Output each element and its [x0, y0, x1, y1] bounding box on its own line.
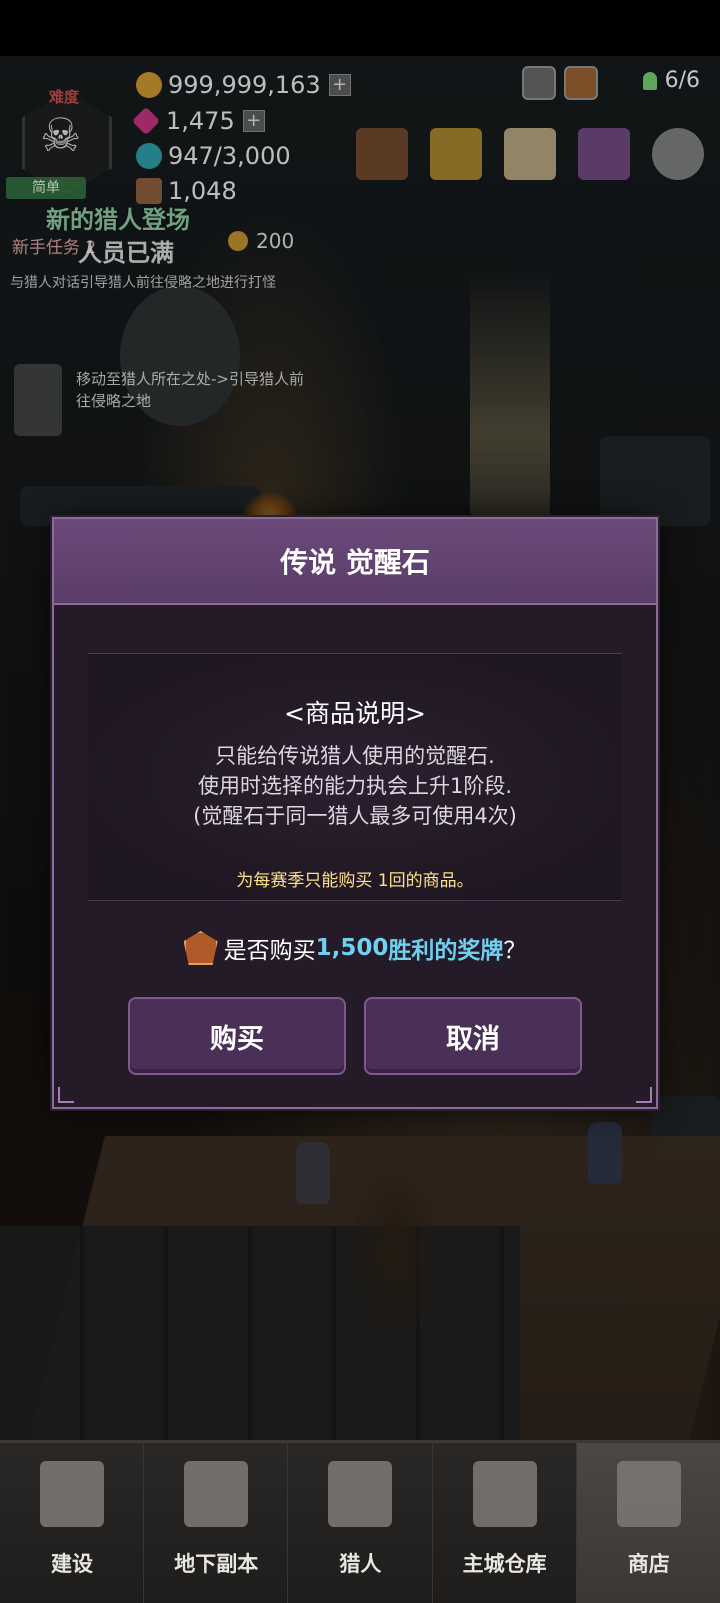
- difficulty-title: 难度: [48, 88, 79, 106]
- nav-storage[interactable]: 主城仓库: [433, 1443, 577, 1603]
- hunter-count: 6/6: [642, 68, 700, 93]
- corner-ornament: [58, 1087, 74, 1103]
- coin-icon: [228, 231, 248, 251]
- nav-label: 商店: [627, 1552, 670, 1576]
- description-line: 使用时选择的能力执会上升1阶段.: [197, 774, 513, 798]
- hunter-icon: [328, 1461, 393, 1527]
- description-panel: <商品说明> 只能给传说猎人使用的觉醒石. 使用时选择的能力执会上升1阶段. (…: [88, 653, 622, 901]
- nav-label: 主城仓库: [462, 1552, 547, 1576]
- purchase-dialog: 传说 觉醒石 <商品说明> 只能给传说猎人使用的觉醒石. 使用时选择的能力执会上…: [52, 517, 658, 1109]
- gem-counter: 1,475 +: [131, 106, 265, 136]
- dialog-header: 传说 觉醒石: [54, 519, 656, 605]
- skull-icon: ☠: [40, 108, 82, 162]
- gem-value: 1,475: [166, 107, 235, 135]
- description-heading: <商品说明>: [284, 699, 426, 728]
- essence-counter: 947/3,000: [136, 141, 291, 171]
- nav-label: 地下副本: [174, 1552, 259, 1576]
- nav-label: 建设: [51, 1552, 93, 1576]
- mail-icon[interactable]: [504, 128, 556, 180]
- top-small-icons: [522, 66, 598, 100]
- purchase-limit-note: 为每赛季只能购买 1回的商品。: [236, 871, 474, 891]
- ticket-icon[interactable]: [564, 66, 598, 100]
- menu-icons: [356, 128, 704, 180]
- buy-button[interactable]: 购买: [128, 997, 346, 1075]
- quest-description: 与猎人对话引导猎人前往侵略之地进行打怪: [10, 275, 276, 291]
- npc-portrait[interactable]: [14, 364, 62, 436]
- nav-dungeon[interactable]: 地下副本: [144, 1443, 289, 1603]
- question-price: 1,500: [315, 935, 389, 961]
- question-suffix: ？: [503, 938, 527, 964]
- dungeon-gate-icon: [184, 1461, 249, 1527]
- avatar-icon[interactable]: [522, 66, 556, 100]
- map-icon[interactable]: [578, 128, 630, 180]
- add-gold-button[interactable]: +: [328, 74, 351, 96]
- quest-full-text: 人员已满: [78, 239, 174, 267]
- gear-icon[interactable]: [652, 128, 704, 180]
- nav-shop[interactable]: 商店: [576, 1443, 720, 1603]
- question-prefix: 是否购买: [223, 938, 316, 964]
- hunter-count-value: 6/6: [664, 68, 700, 93]
- shop-icon: [616, 1461, 681, 1527]
- gold-value: 999,999,163: [168, 71, 321, 99]
- status-bar: [0, 0, 720, 56]
- gold-counter: 999,999,163 +: [136, 70, 351, 100]
- hammer-icon: [40, 1461, 104, 1527]
- description-line: (觉醒石于同一猎人最多可使用4次): [193, 804, 517, 828]
- bottom-nav: 建设 地下副本 猎人 主城仓库 商店: [0, 1440, 720, 1603]
- book-icon[interactable]: [356, 128, 408, 180]
- question-item: 胜利的奖牌: [388, 938, 504, 964]
- difficulty-value: 简单: [6, 177, 86, 199]
- nav-hunter[interactable]: 猎人: [288, 1443, 433, 1603]
- cancel-button[interactable]: 取消: [364, 997, 582, 1075]
- add-gem-button[interactable]: +: [242, 110, 265, 132]
- quest-title: 新的猎人登场: [46, 206, 190, 234]
- nav-label: 猎人: [339, 1552, 382, 1576]
- gem-icon: [131, 106, 161, 136]
- description-line: 只能给传说猎人使用的觉醒石.: [215, 744, 495, 768]
- essence-value: 947/3,000: [168, 142, 291, 170]
- nav-build[interactable]: 建设: [0, 1443, 145, 1603]
- purchase-question: 是否购买 1,500 胜利的奖牌 ？: [54, 931, 656, 965]
- dialog-title: 传说 觉醒石: [280, 546, 430, 579]
- essence-icon: [136, 143, 162, 169]
- gold-coin-icon: [136, 72, 162, 98]
- trophy-icon[interactable]: [430, 128, 482, 180]
- corner-ornament: [636, 1087, 652, 1103]
- storage-chest-icon: [472, 1461, 537, 1527]
- npc-hint-text: 移动至猎人所在之处->引导猎人前往侵略之地: [76, 370, 304, 410]
- victory-medal-icon: [183, 931, 218, 965]
- person-icon: [642, 71, 657, 90]
- quest-reward: 200: [228, 229, 294, 253]
- quest-reward-value: 200: [256, 229, 295, 253]
